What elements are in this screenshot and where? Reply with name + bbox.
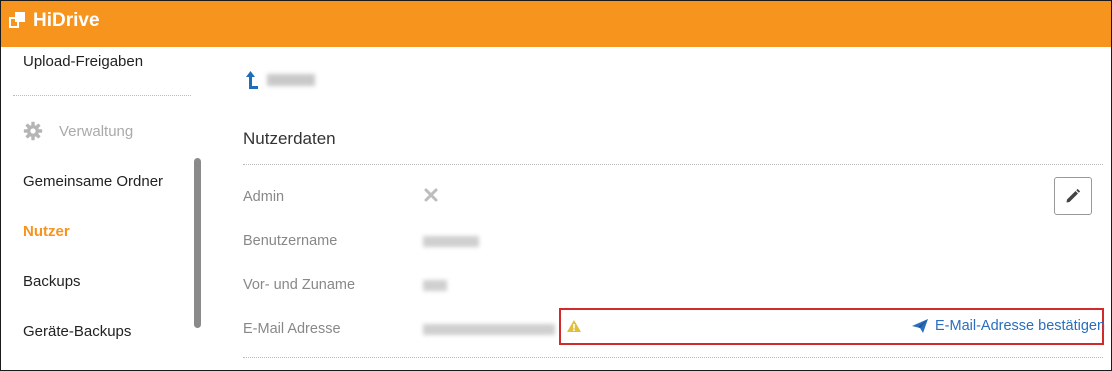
top-bar: HiDrive bbox=[1, 1, 1111, 47]
sidebar-section-verwaltung: Verwaltung bbox=[23, 121, 133, 141]
section-divider bbox=[243, 164, 1103, 165]
sidebar-item-upload-freigaben[interactable]: Upload-Freigaben bbox=[23, 53, 143, 70]
warning-icon bbox=[567, 320, 581, 332]
sidebar: Upload-Freigaben Verwaltung Gemeinsame O… bbox=[1, 47, 206, 370]
sidebar-divider bbox=[13, 95, 191, 96]
field-label-benutzername: Benutzername bbox=[243, 233, 338, 249]
paper-plane-icon bbox=[912, 319, 928, 333]
pencil-icon bbox=[1066, 188, 1081, 203]
sidebar-item-backups[interactable]: Backups bbox=[23, 273, 81, 290]
edit-button[interactable] bbox=[1054, 177, 1092, 215]
field-label-name: Vor- und Zuname bbox=[243, 277, 356, 293]
brand-name: HiDrive bbox=[33, 10, 100, 31]
sidebar-scrollbar[interactable] bbox=[194, 158, 201, 328]
redacted-user-name bbox=[267, 74, 315, 86]
arrow-up-icon bbox=[246, 71, 258, 89]
gear-icon bbox=[23, 121, 43, 141]
confirm-email-label: E-Mail-Adresse bestätigen bbox=[935, 318, 1106, 334]
sidebar-item-geraete-backups[interactable]: Geräte-Backups bbox=[23, 323, 131, 340]
back-navigation[interactable] bbox=[243, 69, 315, 91]
field-label-email: E-Mail Adresse bbox=[243, 321, 341, 337]
row-divider bbox=[243, 357, 1103, 358]
redacted-full-name bbox=[423, 280, 447, 291]
app-window: HiDrive Upload-Freigaben Verwaltung Geme… bbox=[0, 0, 1112, 371]
redacted-username bbox=[423, 236, 479, 247]
field-label-admin: Admin bbox=[243, 189, 285, 205]
sidebar-item-gemeinsame-ordner[interactable]: Gemeinsame Ordner bbox=[23, 173, 163, 190]
logo-icon bbox=[9, 11, 27, 31]
x-icon bbox=[424, 188, 438, 202]
hidrive-logo[interactable]: HiDrive bbox=[9, 10, 100, 32]
sidebar-section-label: Verwaltung bbox=[59, 122, 134, 140]
sidebar-item-nutzer[interactable]: Nutzer bbox=[23, 223, 70, 240]
redacted-email bbox=[423, 324, 555, 335]
section-title: Nutzerdaten bbox=[243, 129, 336, 148]
confirm-email-link[interactable]: E-Mail-Adresse bestätigen bbox=[911, 318, 1105, 334]
